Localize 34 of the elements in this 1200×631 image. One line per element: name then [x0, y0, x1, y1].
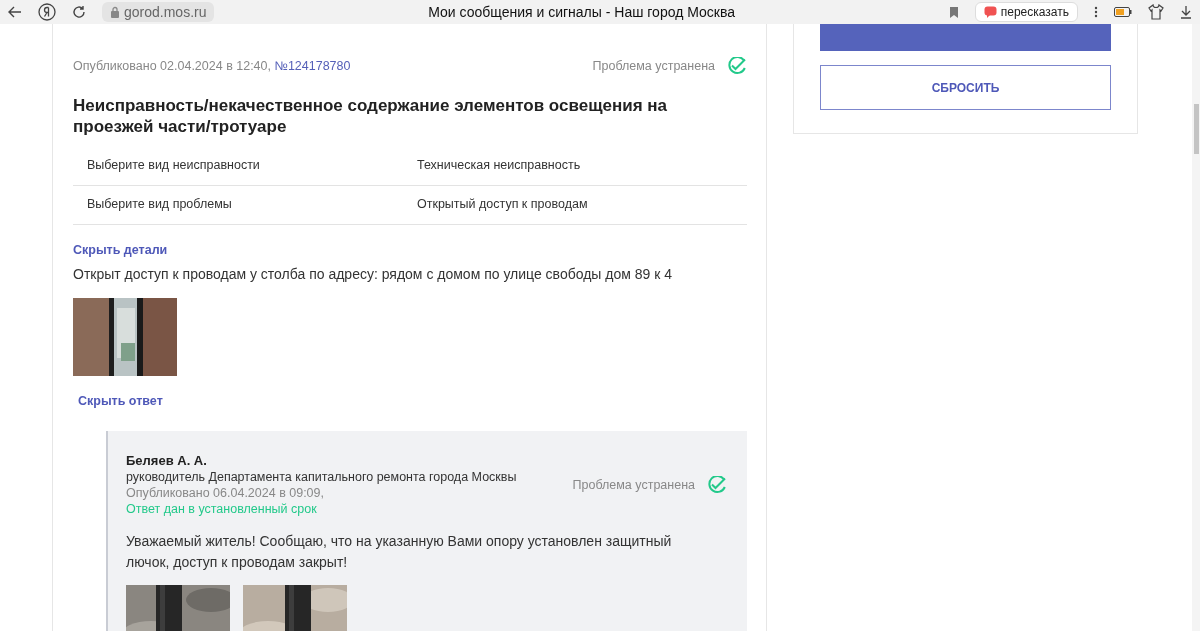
- status-text: Проблема устранена: [572, 476, 695, 494]
- description-text: Открыт доступ к проводам у столба по адресу: рядом с домом по улице свободы дом 89 к 4: [73, 264, 674, 284]
- address-bar[interactable]: gorod.mos.ru: [102, 2, 215, 22]
- more-icon[interactable]: [1094, 6, 1098, 18]
- back-icon[interactable]: [8, 6, 22, 18]
- browser-logo-icon[interactable]: [38, 3, 56, 21]
- reply-text: Уважаемый житель! Сообщаю, что на указанную Вами опору установлен защитный лючок, доступ к проводам закрыт!: [126, 532, 673, 573]
- hide-answer-link[interactable]: Скрыть ответ: [78, 391, 163, 411]
- reload-icon[interactable]: [72, 5, 86, 19]
- reply-position: руководитель Департамента капитального ремонта города Москвы: [126, 469, 517, 486]
- reply-author: Беляев А. А.: [126, 453, 208, 470]
- speech-bubble-icon: [983, 6, 997, 18]
- reset-button[interactable]: СБРОСИТЬ: [820, 65, 1111, 110]
- field-label: Выберите вид проблемы: [87, 196, 233, 214]
- tab-title: Мои сообщения и сигналы - Наш город Москва: [427, 2, 736, 22]
- download-icon[interactable]: [1180, 5, 1192, 19]
- url-text: gorod.mos.ru: [124, 2, 207, 22]
- message-title: Неисправность/некачественное содержание элементов освещения на проезжей части/тротуаре: [73, 94, 669, 137]
- shirt-icon[interactable]: [1148, 4, 1164, 20]
- scrollbar[interactable]: [1192, 24, 1200, 631]
- battery-icon[interactable]: [1114, 7, 1132, 17]
- reply-published: Опубликовано 06.04.2024 в 09:09,: [126, 485, 325, 502]
- field-value: Техническая неисправность: [417, 157, 581, 175]
- field-label: Выберите вид неисправности: [87, 157, 261, 175]
- message-number-link[interactable]: №124178780: [274, 59, 351, 73]
- published-text: Опубликовано 02.04.2024 в 12:40, №124178780: [73, 58, 351, 75]
- hide-details-link[interactable]: Скрыть детали: [73, 240, 168, 260]
- scrollbar-thumb[interactable]: [1193, 104, 1199, 154]
- bookmark-icon[interactable]: [948, 5, 959, 19]
- lock-icon: [110, 6, 120, 18]
- field-value: Открытый доступ к проводам: [417, 196, 588, 214]
- retell-button[interactable]: пересказать: [974, 2, 1078, 22]
- status-text: Проблема устранена: [592, 58, 715, 75]
- deadline-text: Ответ дан в установленный срок: [126, 501, 318, 518]
